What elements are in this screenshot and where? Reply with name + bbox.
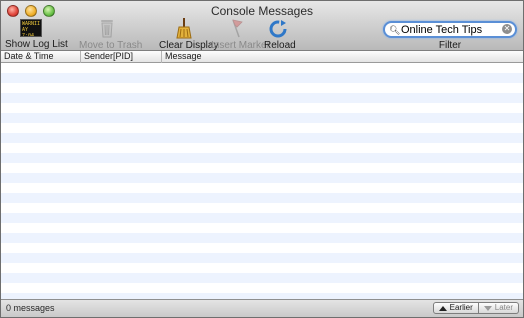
table-header: Date & Time Sender[PID] Message	[1, 51, 523, 63]
message-count: 0 messages	[6, 303, 55, 313]
later-label: Later	[494, 303, 513, 312]
trash-icon	[101, 20, 113, 38]
column-header-message[interactable]: Message	[162, 51, 523, 63]
console-window: Console Messages WARNII AY 7:04 Show Log …	[0, 0, 524, 318]
reload-icon	[269, 20, 287, 38]
marker-flag-icon	[232, 19, 243, 38]
clear-display-button[interactable]: Clear Display	[159, 17, 219, 51]
later-button[interactable]: Later	[478, 302, 519, 314]
clear-search-icon[interactable]: ✕	[502, 24, 512, 34]
show-log-list-button[interactable]: WARNII AY 7:04 Show Log List	[5, 17, 68, 50]
filter-search-field: 🔍︎ ✕	[383, 21, 517, 38]
move-to-trash-button[interactable]: Move to Trash	[79, 17, 143, 51]
show-log-list-label: Show Log List	[5, 39, 68, 50]
up-arrow-icon	[438, 305, 447, 311]
insert-marker-label: Insert Marker	[211, 40, 270, 51]
reload-label: Reload	[264, 40, 296, 51]
title-toolbar: Console Messages WARNII AY 7:04 Show Log …	[1, 1, 523, 51]
move-to-trash-label: Move to Trash	[79, 40, 143, 51]
filter-control: 🔍︎ ✕ Filter	[383, 21, 517, 51]
earlier-later-nav: Earlier Later	[432, 302, 519, 314]
magnifier-icon[interactable]: 🔍︎	[389, 25, 400, 36]
earlier-label: Earlier	[449, 303, 473, 312]
column-header-date-time[interactable]: Date & Time	[1, 51, 81, 63]
filter-input[interactable]	[401, 23, 501, 36]
clear-display-label: Clear Display	[159, 40, 219, 51]
window-title: Console Messages	[210, 4, 314, 18]
filter-label: Filter	[438, 40, 462, 51]
broom-icon	[176, 18, 192, 39]
earlier-button[interactable]: Earlier	[432, 302, 479, 314]
reload-button[interactable]: Reload	[264, 17, 296, 51]
column-header-sender[interactable]: Sender[PID]	[81, 51, 162, 63]
down-arrow-icon	[483, 305, 492, 311]
status-bar: 0 messages Earlier Later	[1, 299, 523, 317]
messages-table-body[interactable]	[1, 63, 523, 299]
insert-marker-button[interactable]: Insert Marker	[211, 17, 270, 51]
log-list-icon: WARNII AY 7:04	[20, 19, 42, 37]
